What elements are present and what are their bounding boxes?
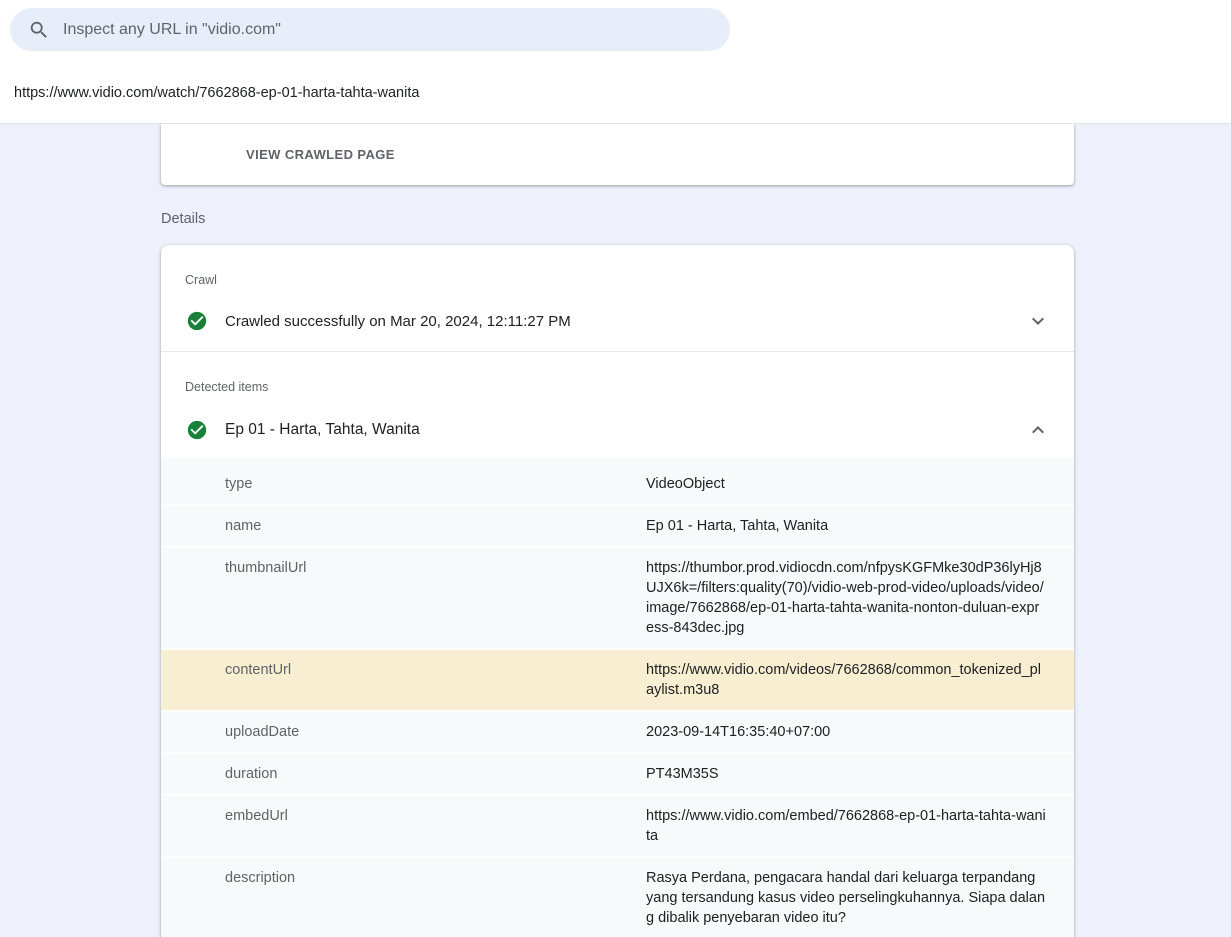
property-key: embedUrl [161, 806, 646, 846]
success-check-icon [186, 419, 208, 441]
property-key: description [161, 868, 646, 928]
crawled-page-card: VIEW CRAWLED PAGE [161, 124, 1074, 185]
property-value: PT43M35S [646, 764, 1074, 784]
chevron-up-icon[interactable] [1026, 418, 1050, 442]
property-key: name [161, 516, 646, 536]
crawl-status-text: Crawled successfully on Mar 20, 2024, 12… [225, 313, 571, 330]
property-key: uploadDate [161, 722, 646, 742]
property-key: type [161, 474, 646, 494]
property-key: duration [161, 764, 646, 784]
table-row-highlighted: contentUrl https://www.vidio.com/videos/… [161, 650, 1074, 712]
detected-item-title: Ep 01 - Harta, Tahta, Wanita [225, 421, 420, 439]
top-header: https://www.vidio.com/watch/7662868-ep-0… [0, 0, 1231, 124]
inspected-url-text: https://www.vidio.com/watch/7662868-ep-0… [14, 85, 419, 101]
property-value: 2023-09-14T16:35:40+07:00 [646, 722, 1074, 742]
chevron-down-icon[interactable] [1026, 309, 1050, 333]
success-check-icon [186, 310, 208, 332]
property-key: contentUrl [161, 660, 646, 700]
table-row: uploadDate 2023-09-14T16:35:40+07:00 [161, 712, 1074, 754]
details-card: Crawl Crawled successfully on Mar 20, 20… [161, 245, 1074, 937]
table-row: embedUrl https://www.vidio.com/embed/766… [161, 796, 1074, 858]
property-key: thumbnailUrl [161, 558, 646, 638]
detected-items-section-label: Detected items [161, 352, 1074, 394]
structured-data-table: type VideoObject name Ep 01 - Harta, Tah… [161, 458, 1074, 937]
search-input[interactable] [63, 21, 712, 39]
table-row: name Ep 01 - Harta, Tahta, Wanita [161, 506, 1074, 548]
detected-item-row[interactable]: Ep 01 - Harta, Tahta, Wanita [161, 394, 1074, 458]
property-value: Ep 01 - Harta, Tahta, Wanita [646, 516, 1074, 536]
crawl-section-label: Crawl [161, 245, 1074, 287]
view-crawled-page-button[interactable]: VIEW CRAWLED PAGE [246, 147, 395, 162]
property-value: https://www.vidio.com/embed/7662868-ep-0… [646, 806, 1074, 846]
property-value: VideoObject [646, 474, 1074, 494]
search-icon [28, 19, 50, 41]
table-row: type VideoObject [161, 458, 1074, 506]
property-value: Rasya Perdana, pengacara handal dari kel… [646, 868, 1074, 928]
table-row: thumbnailUrl https://thumbor.prod.vidioc… [161, 548, 1074, 650]
crawl-status-row[interactable]: Crawled successfully on Mar 20, 2024, 12… [161, 287, 1074, 351]
details-section-heading: Details [0, 185, 1231, 245]
property-value: https://thumbor.prod.vidiocdn.com/nfpysK… [646, 558, 1074, 638]
url-inspection-search-bar[interactable] [10, 8, 730, 51]
table-row: description Rasya Perdana, pengacara han… [161, 858, 1074, 937]
property-value: https://www.vidio.com/videos/7662868/com… [646, 660, 1074, 700]
table-row: duration PT43M35S [161, 754, 1074, 796]
